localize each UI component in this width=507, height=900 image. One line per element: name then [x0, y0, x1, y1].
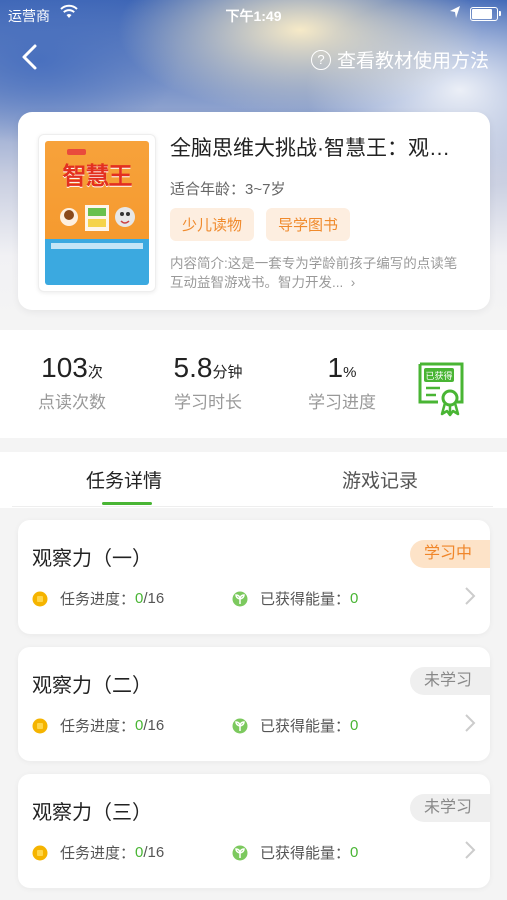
progress-total: /16: [143, 717, 165, 734]
stat-study-time: 5.8分钟 学习时长: [148, 352, 268, 413]
progress-label: 任务进度：: [60, 718, 136, 735]
stat-label: 学习时长: [174, 393, 242, 412]
cover-illustration: [60, 205, 135, 231]
certificate-label: 已获得: [425, 370, 452, 382]
status-badge: 未学习: [409, 667, 490, 695]
progress-label: 任务进度：: [60, 591, 136, 608]
description-text: 内容简介:这是一套专为学龄前孩子编写的点读笔互动益智游戏书。智力开发...: [170, 256, 458, 290]
book-tags: 少儿读物 导学图书: [170, 208, 351, 241]
task-title: 观察力（一）: [32, 548, 152, 570]
certificate-icon[interactable]: 已获得: [416, 360, 468, 418]
stat-unit: %: [343, 364, 357, 381]
energy-label: 已获得能量：: [260, 845, 351, 862]
stat-unit: 次: [87, 364, 103, 381]
task-title: 观察力（二）: [32, 675, 152, 697]
task-energy: 已获得能量： 0: [232, 715, 358, 736]
clock-label: 下午1:49: [225, 8, 282, 24]
tab-game-records[interactable]: 游戏记录: [342, 466, 418, 493]
back-arrow-icon[interactable]: [16, 42, 46, 72]
task-card[interactable]: 观察力（二） 未学习 任务进度： 0/16 已获得能量： 0: [18, 647, 490, 761]
energy-value: 0: [350, 844, 359, 861]
guide-label: 查看教材使用方法: [336, 51, 489, 72]
task-progress: 任务进度： 0/16: [32, 842, 164, 863]
cover-title: 智慧王: [62, 163, 133, 190]
energy-label: 已获得能量：: [260, 591, 351, 608]
progress-done: 0: [135, 717, 144, 734]
status-bar: 运营商 下午1:49: [0, 0, 507, 28]
coin-icon: [32, 718, 48, 733]
energy-label: 已获得能量：: [260, 718, 351, 735]
sprout-icon: [232, 845, 248, 860]
tag-guided-book: 导学图书: [266, 208, 351, 241]
stat-value: 103: [41, 352, 88, 383]
chevron-right-icon: ›: [347, 275, 356, 290]
sprout-icon: [232, 591, 248, 606]
stat-value: 5.8: [173, 352, 213, 383]
stat-read-count: 103次 点读次数: [12, 352, 132, 413]
active-tab-indicator: [102, 502, 152, 505]
tab-task-details[interactable]: 任务详情: [86, 466, 162, 493]
book-card: 智慧王 全脑思维大挑战·智慧王：观察力 适合年龄：3~7岁 少儿读物 导学图书 …: [18, 112, 490, 310]
status-badge: 未学习: [409, 794, 490, 822]
book-cover-image: 智慧王: [45, 141, 149, 285]
task-card[interactable]: 观察力（三） 未学习 任务进度： 0/16 已获得能量： 0: [18, 774, 490, 888]
stats-panel: 103次 点读次数 5.8分钟 学习时长 1% 学习进度 已获得: [0, 330, 507, 438]
tag-children-reading: 少儿读物: [170, 208, 255, 241]
chevron-right-icon: [465, 714, 476, 732]
task-title: 观察力（三）: [32, 802, 152, 824]
chevron-right-icon: [465, 587, 476, 605]
guide-link[interactable]: ? 查看教材使用方法: [310, 46, 489, 73]
progress-done: 0: [135, 844, 144, 861]
energy-value: 0: [350, 590, 359, 607]
progress-total: /16: [143, 844, 165, 861]
cover-band: [51, 243, 143, 249]
battery-icon: [470, 7, 501, 21]
progress-done: 0: [135, 590, 144, 607]
stat-unit: 分钟: [212, 364, 243, 381]
stat-label: 学习进度: [308, 393, 376, 412]
coin-icon: [32, 591, 48, 606]
book-age-range: 适合年龄：3~7岁: [170, 181, 286, 198]
stat-label: 点读次数: [38, 393, 106, 412]
stat-value: 1: [327, 352, 344, 383]
location-arrow-icon: [450, 6, 460, 18]
task-progress: 任务进度： 0/16: [32, 588, 164, 609]
help-icon: ?: [310, 49, 331, 70]
sprout-icon: [232, 718, 248, 733]
tab-bar: 任务详情 游戏记录: [0, 452, 507, 508]
task-card[interactable]: 观察力（一） 学习中 任务进度： 0/16 已获得能量： 0: [18, 520, 490, 634]
progress-total: /16: [143, 590, 165, 607]
task-energy: 已获得能量： 0: [232, 588, 358, 609]
book-cover-frame: 智慧王: [38, 134, 156, 292]
book-description[interactable]: 内容简介:这是一套专为学龄前孩子编写的点读笔互动益智游戏书。智力开发... ›: [170, 254, 470, 292]
status-badge: 学习中: [409, 540, 490, 568]
book-title: 全脑思维大挑战·智慧王：观察力: [170, 137, 470, 160]
task-progress: 任务进度： 0/16: [32, 715, 164, 736]
coin-icon: [32, 845, 48, 860]
cover-decoration: [67, 149, 87, 155]
stat-progress: 1% 学习进度: [282, 352, 402, 413]
progress-label: 任务进度：: [60, 845, 136, 862]
task-energy: 已获得能量： 0: [232, 842, 358, 863]
chevron-right-icon: [465, 841, 476, 859]
tabs-divider: [12, 506, 493, 507]
energy-value: 0: [350, 717, 359, 734]
